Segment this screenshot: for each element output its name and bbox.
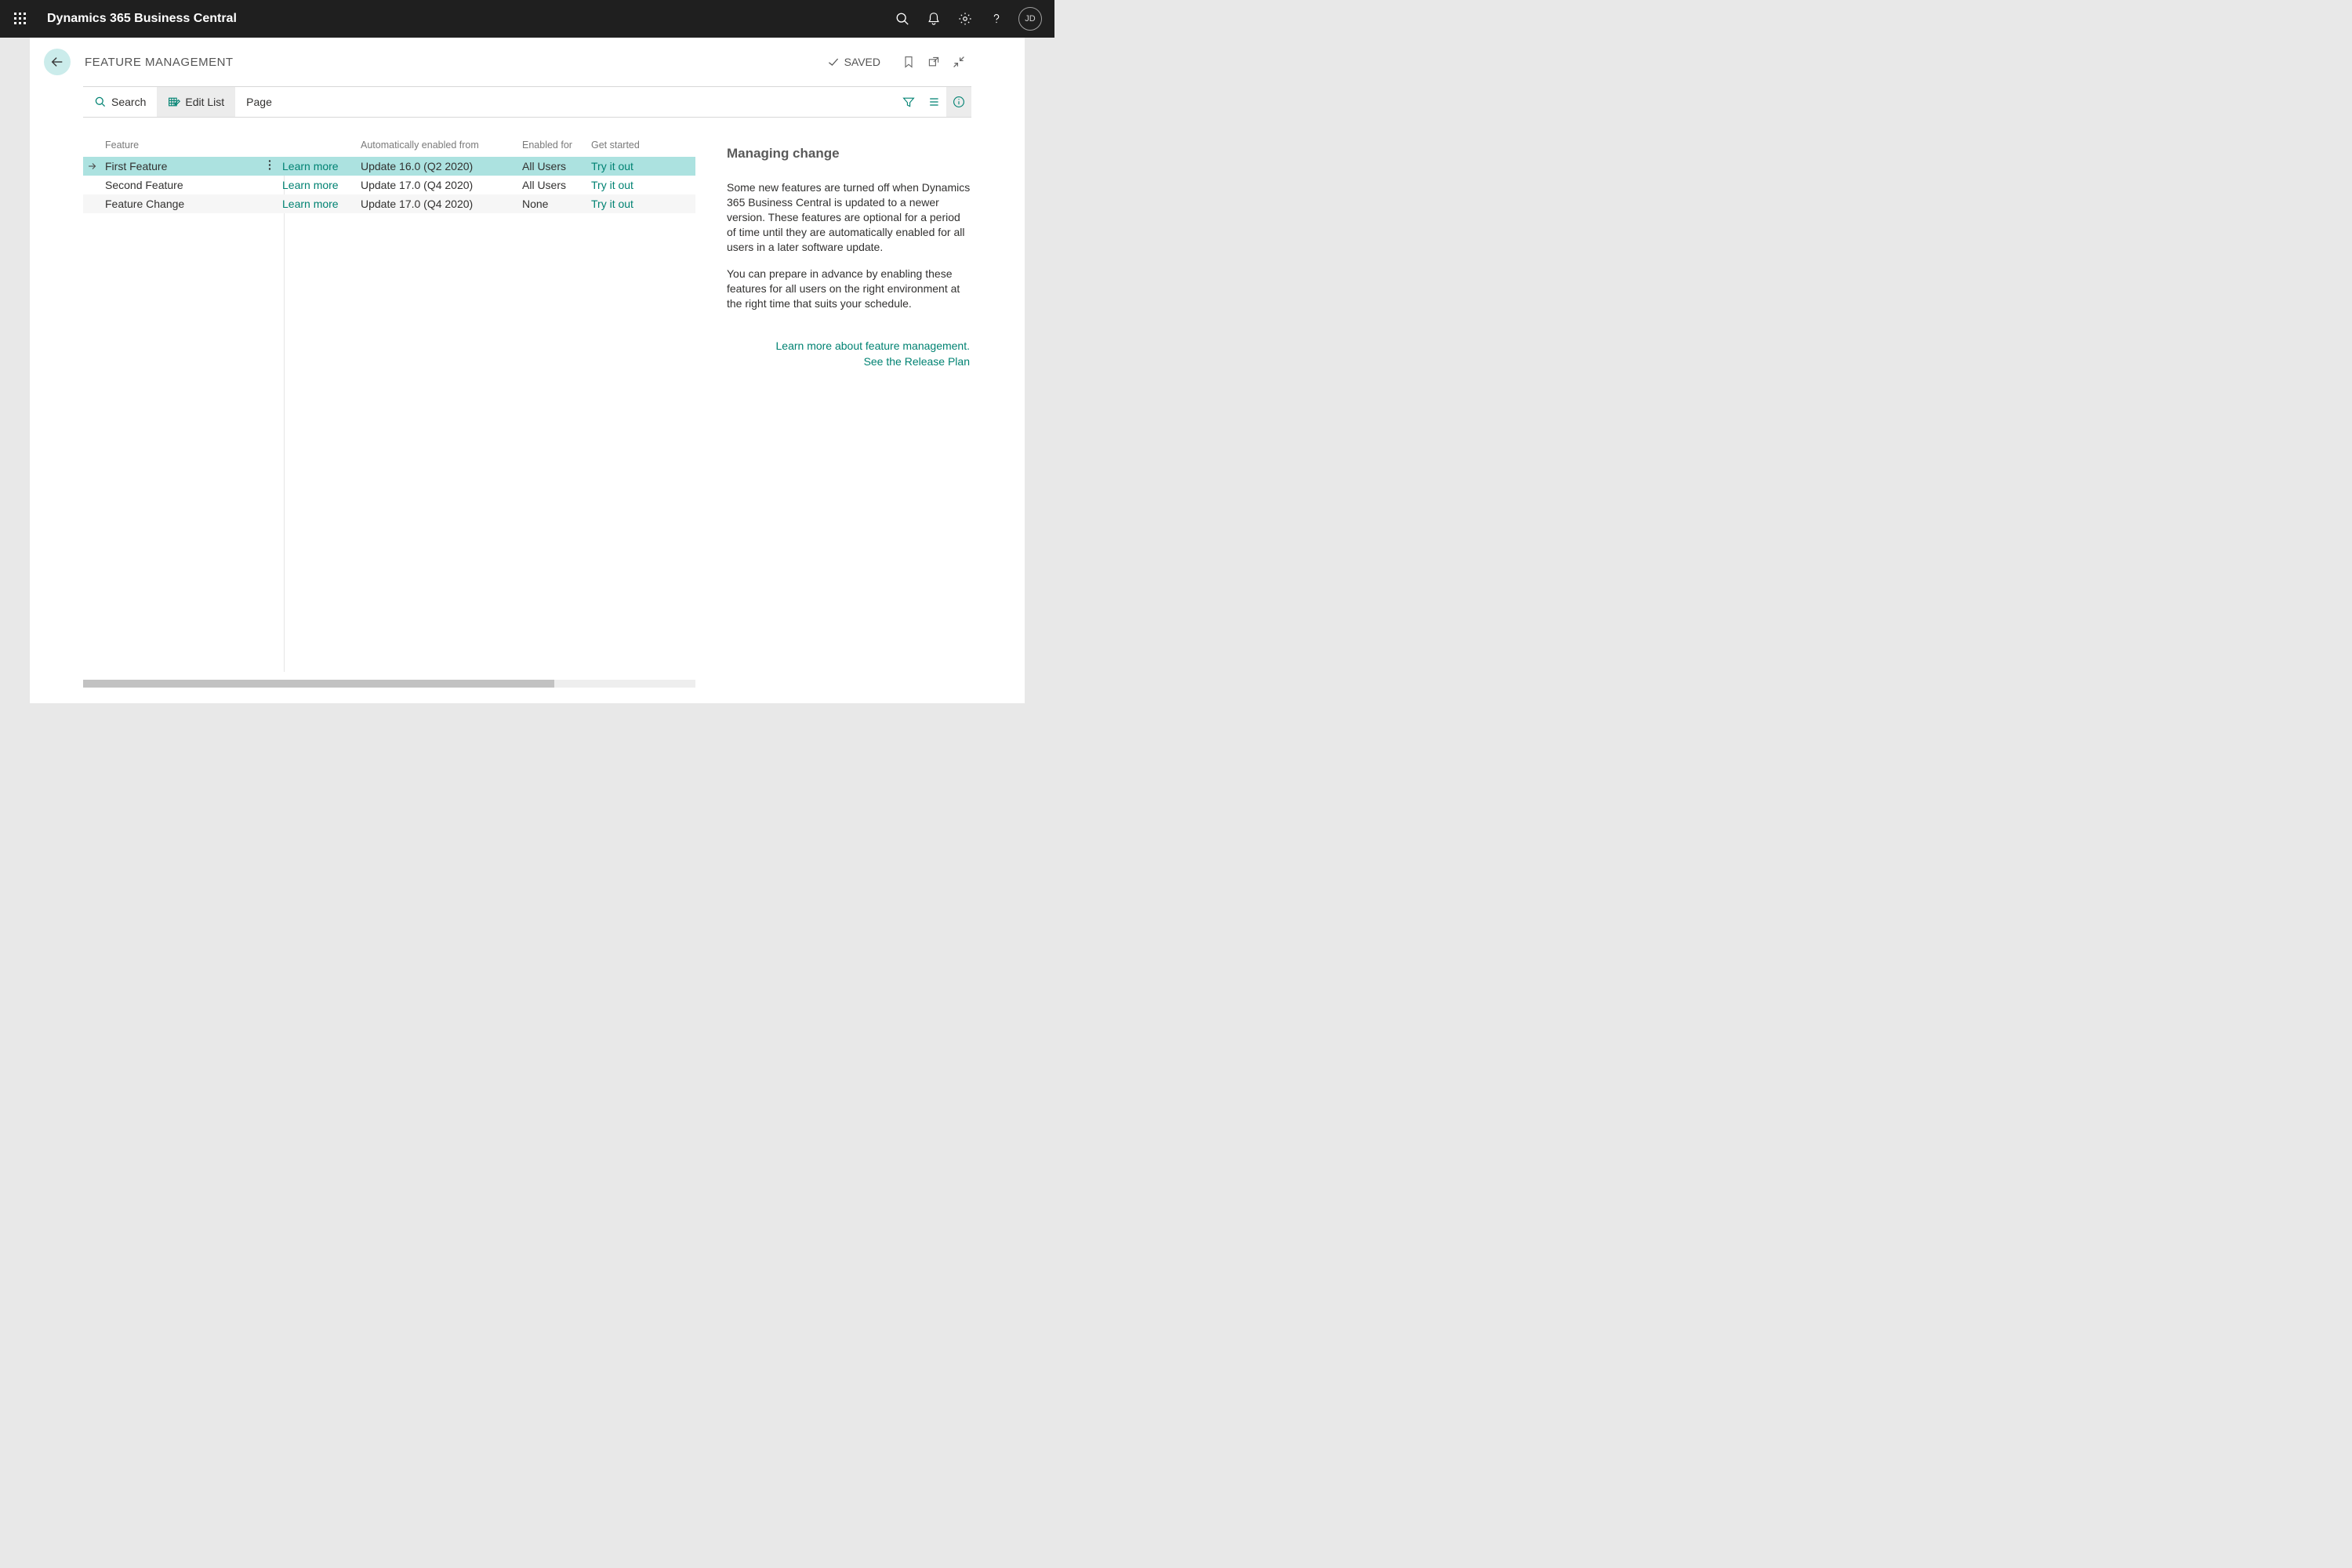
page-menu-button[interactable]: Page xyxy=(235,87,283,117)
info-pane-icon[interactable] xyxy=(946,87,971,117)
page-header: FEATURE MANAGEMENT SAVED xyxy=(30,38,1025,86)
col-header-feature[interactable]: Feature xyxy=(102,140,282,151)
search-button[interactable]: Search xyxy=(83,87,157,117)
edit-list-button[interactable]: Edit List xyxy=(157,87,235,117)
app-bar: Dynamics 365 Business Central JD xyxy=(0,0,1054,38)
auto-enabled-cell: Update 17.0 (Q4 2020) xyxy=(361,198,522,210)
learn-more-link[interactable]: Learn more xyxy=(282,198,339,210)
enabled-for-cell[interactable]: All Users xyxy=(522,179,591,191)
table-row[interactable]: Feature Change Learn more Update 17.0 (Q… xyxy=(83,194,695,213)
bell-icon[interactable] xyxy=(918,0,949,38)
search-icon[interactable] xyxy=(887,0,918,38)
filter-icon[interactable] xyxy=(896,87,921,117)
avatar[interactable]: JD xyxy=(1018,7,1042,31)
table-row[interactable]: Second Feature Learn more Update 17.0 (Q… xyxy=(83,176,695,194)
col-header-get-started[interactable]: Get started xyxy=(591,140,668,151)
feature-table: Feature Automatically enabled from Enabl… xyxy=(83,122,695,680)
row-menu-icon[interactable] xyxy=(265,160,274,173)
gear-icon[interactable] xyxy=(949,0,981,38)
popout-icon[interactable] xyxy=(921,49,946,74)
saved-indicator: SAVED xyxy=(827,56,880,68)
help-icon[interactable] xyxy=(981,0,1012,38)
auto-enabled-cell: Update 17.0 (Q4 2020) xyxy=(361,179,522,191)
release-plan-link[interactable]: See the Release Plan xyxy=(727,355,970,368)
collapse-icon[interactable] xyxy=(946,49,971,74)
feature-name: First Feature xyxy=(105,160,167,172)
content-area: Feature Automatically enabled from Enabl… xyxy=(83,122,971,688)
factbox-title: Managing change xyxy=(727,146,971,162)
bookmark-icon[interactable] xyxy=(896,49,921,74)
row-indicator-arrow-icon xyxy=(83,161,102,172)
saved-label: SAVED xyxy=(844,56,880,68)
toolbar: Search Edit List Page xyxy=(83,86,971,118)
try-it-out-link[interactable]: Try it out xyxy=(591,160,633,172)
horizontal-scrollbar[interactable] xyxy=(83,680,695,688)
back-button[interactable] xyxy=(44,49,71,75)
list-view-icon[interactable] xyxy=(921,87,946,117)
factbox-panel: Managing change Some new features are tu… xyxy=(695,122,971,688)
learn-more-link[interactable]: Learn more xyxy=(282,160,339,172)
learn-more-link[interactable]: Learn more xyxy=(282,179,339,191)
try-it-out-link[interactable]: Try it out xyxy=(591,198,633,210)
col-header-auto[interactable]: Automatically enabled from xyxy=(361,140,522,151)
enabled-for-cell[interactable]: All Users xyxy=(522,160,591,172)
try-it-out-link[interactable]: Try it out xyxy=(591,179,633,191)
col-header-enabled[interactable]: Enabled for xyxy=(522,140,591,151)
column-divider xyxy=(284,157,285,672)
search-label: Search xyxy=(111,96,146,108)
scrollbar-thumb[interactable] xyxy=(83,680,554,688)
factbox-paragraph: You can prepare in advance by enabling t… xyxy=(727,267,971,311)
feature-name: Second Feature xyxy=(105,179,183,191)
page-card: FEATURE MANAGEMENT SAVED Search xyxy=(30,38,1025,703)
app-launcher-icon[interactable] xyxy=(9,8,31,30)
learn-more-feature-mgmt-link[interactable]: Learn more about feature management. xyxy=(727,339,970,352)
table-header-row: Feature Automatically enabled from Enabl… xyxy=(83,122,695,157)
edit-list-label: Edit List xyxy=(185,96,224,108)
app-title: Dynamics 365 Business Central xyxy=(47,12,237,26)
grid-area: Feature Automatically enabled from Enabl… xyxy=(83,122,695,688)
feature-name: Feature Change xyxy=(105,198,184,210)
auto-enabled-cell: Update 16.0 (Q2 2020) xyxy=(361,160,522,172)
page-label: Page xyxy=(246,96,272,108)
factbox-paragraph: Some new features are turned off when Dy… xyxy=(727,180,971,254)
table-row[interactable]: First Feature Learn more Update 16.0 (Q2… xyxy=(83,157,695,176)
page-title: FEATURE MANAGEMENT xyxy=(85,56,234,69)
enabled-for-cell[interactable]: None xyxy=(522,198,591,210)
